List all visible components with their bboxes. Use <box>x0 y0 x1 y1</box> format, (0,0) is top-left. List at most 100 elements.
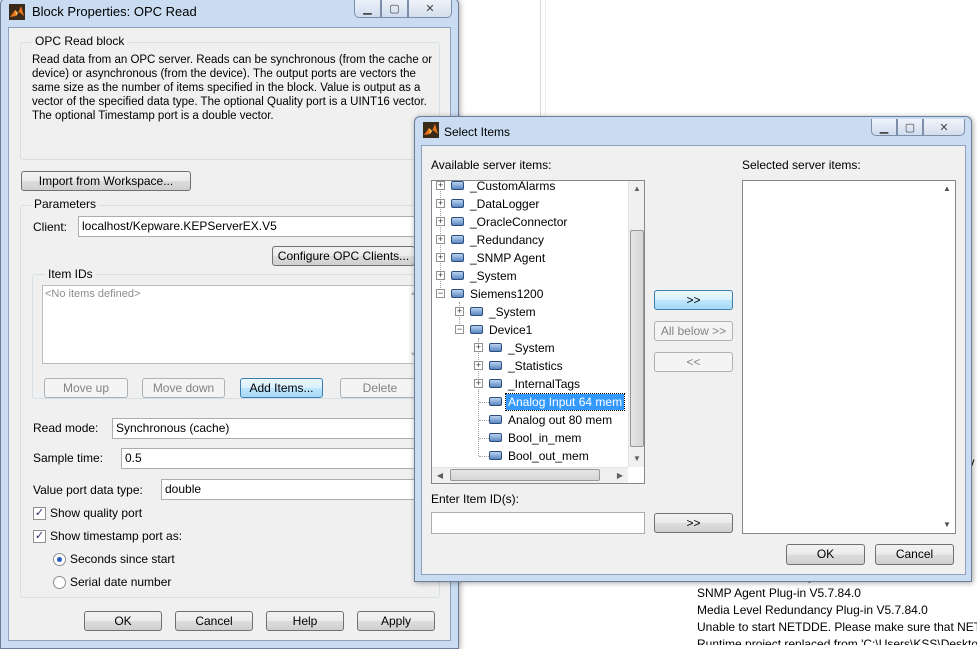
move-up-button[interactable]: Move up <box>44 378 128 398</box>
show-quality-label[interactable]: Show quality port <box>50 506 142 520</box>
tree-item[interactable]: Analog Input 64 mem <box>474 393 627 412</box>
window-controls: ▁ ▢ ✕ <box>354 0 452 19</box>
serial-date-number-radio[interactable] <box>53 576 66 589</box>
minimize-icon[interactable]: ▁ <box>871 119 897 136</box>
add-items-button[interactable]: Add Items... <box>240 378 323 398</box>
configure-opc-clients-button[interactable]: Configure OPC Clients... <box>272 246 415 266</box>
tree-item[interactable]: Bool_in_mem <box>474 430 627 448</box>
expand-icon[interactable]: + <box>474 343 483 352</box>
title-bar[interactable]: Block Properties: OPC Read ▁ ▢ ✕ <box>1 0 458 25</box>
expand-icon[interactable]: + <box>436 199 445 208</box>
scroll-right-icon[interactable]: ▶ <box>612 468 628 483</box>
help-button[interactable]: Help <box>266 611 344 631</box>
scroll-up-icon[interactable]: ▲ <box>939 181 955 197</box>
read-mode-select[interactable]: Synchronous (cache) <box>112 418 425 439</box>
tree-item[interactable]: + _Statistics <box>474 358 627 376</box>
tree-horizontal-scrollbar[interactable]: ◀ ▶ <box>432 467 628 483</box>
tag-group-icon <box>489 343 502 352</box>
data-type-label: Value port data type: <box>33 483 143 497</box>
add-all-below-button[interactable]: All below >> <box>654 321 733 341</box>
tree-item[interactable]: + _Redundancy <box>436 232 627 250</box>
scroll-up-icon[interactable]: ▲ <box>629 181 644 197</box>
tree-item[interactable]: + _InternalTags <box>474 376 627 394</box>
scroll-thumb[interactable] <box>450 469 600 481</box>
tree-item[interactable]: Bool_out_mem <box>474 448 627 466</box>
dialog-title: Select Items <box>444 125 511 139</box>
tree-item[interactable]: + _OracleConnector <box>436 214 627 232</box>
move-down-button[interactable]: Move down <box>142 378 225 398</box>
tree-item-label: Analog out 80 mem <box>508 413 613 427</box>
item-ids-list[interactable]: <No items defined> ▲ ▼ <box>42 285 418 364</box>
show-timestamp-checkbox[interactable]: ✓ <box>33 530 46 543</box>
seconds-since-start-label[interactable]: Seconds since start <box>70 552 175 566</box>
tree-item[interactable]: + _SNMP Agent <box>436 250 627 268</box>
tag-group-icon <box>470 325 483 334</box>
tree-item[interactable]: + _System <box>474 340 627 358</box>
seconds-since-start-radio[interactable] <box>53 553 66 566</box>
tree-item-label: Bool_in_mem <box>508 431 582 445</box>
expand-icon[interactable]: + <box>436 271 445 280</box>
tag-group-icon <box>451 217 464 226</box>
client-field[interactable]: localhost/Kepware.KEPServerEX.V5 <box>78 216 423 237</box>
selected-items-list[interactable]: ▲ ▼ <box>742 180 956 534</box>
selected-list-scrollbar[interactable]: ▲ ▼ <box>939 181 955 533</box>
item-ids-label: Item IDs <box>45 267 96 281</box>
available-items-tree[interactable]: + _CustomAlarms + _DataLogger + _OracleConnec… <box>431 180 645 484</box>
title-bar[interactable]: Select Items ▁ ▢ ✕ <box>415 117 971 143</box>
cancel-button[interactable]: Cancel <box>175 611 253 631</box>
enter-item-id-field[interactable] <box>431 512 645 534</box>
expand-icon[interactable]: + <box>436 217 445 226</box>
ok-button[interactable]: OK <box>786 544 865 565</box>
tree-item[interactable]: + _System <box>455 304 627 322</box>
enter-item-id-label: Enter Item ID(s): <box>431 492 520 506</box>
tag-group-icon <box>489 361 502 370</box>
close-icon[interactable]: ✕ <box>408 0 452 18</box>
expand-icon[interactable]: + <box>474 361 483 370</box>
scroll-down-icon[interactable]: ▼ <box>629 451 644 467</box>
tag-group-icon <box>451 199 464 208</box>
item-ids-placeholder: <No items defined> <box>45 288 141 300</box>
collapse-icon[interactable]: − <box>436 289 445 298</box>
delete-button[interactable]: Delete <box>340 378 420 398</box>
scroll-left-icon[interactable]: ◀ <box>432 468 448 483</box>
expand-icon[interactable]: + <box>436 235 445 244</box>
maximize-icon[interactable]: ▢ <box>897 119 923 136</box>
tag-group-icon <box>489 451 502 460</box>
show-timestamp-label[interactable]: Show timestamp port as: <box>50 529 182 543</box>
tree-item[interactable]: + _System <box>436 268 627 286</box>
block-properties-dialog: Block Properties: OPC Read ▁ ▢ ✕ OPC Rea… <box>0 0 459 649</box>
scroll-down-icon[interactable]: ▼ <box>939 517 955 533</box>
show-quality-checkbox[interactable]: ✓ <box>33 507 46 520</box>
log-line: Runtime project replaced from 'C:\Users\… <box>697 637 977 645</box>
add-entered-id-button[interactable]: >> <box>654 513 733 533</box>
tree-item[interactable]: Analog out 80 mem <box>474 412 627 430</box>
tree-item-label: _SNMP Agent <box>470 251 546 265</box>
background-event-log: Alarms & Events Plug-in V5.7.84.0 SNMP A… <box>697 575 977 645</box>
tree-item[interactable]: − Device1 <box>455 322 627 340</box>
apply-button[interactable]: Apply <box>357 611 435 631</box>
expand-icon[interactable]: + <box>455 307 464 316</box>
cancel-button[interactable]: Cancel <box>875 544 954 565</box>
tree-item[interactable]: + _DataLogger <box>436 196 627 214</box>
ok-button[interactable]: OK <box>84 611 162 631</box>
tree-vertical-scrollbar[interactable]: ▲ ▼ <box>628 181 644 467</box>
expand-icon[interactable]: + <box>436 253 445 262</box>
tree-item[interactable]: − Siemens1200 <box>436 286 627 304</box>
maximize-icon[interactable]: ▢ <box>381 0 408 18</box>
tree-item-label: _System <box>508 341 555 355</box>
add-selected-button[interactable]: >> <box>654 290 733 310</box>
data-type-select[interactable]: double <box>161 479 425 500</box>
sample-time-field[interactable]: 0.5 <box>121 448 425 469</box>
minimize-icon[interactable]: ▁ <box>354 0 381 18</box>
remove-button[interactable]: << <box>654 352 733 372</box>
window-controls: ▁ ▢ ✕ <box>871 119 965 139</box>
tree-item[interactable]: + _CustomAlarms <box>436 181 627 196</box>
expand-icon[interactable]: + <box>474 379 483 388</box>
expand-icon[interactable]: + <box>436 181 445 190</box>
serial-date-number-label[interactable]: Serial date number <box>70 575 171 589</box>
collapse-icon[interactable]: − <box>455 325 464 334</box>
dialog-client-area: Available server items: Selected server … <box>421 145 966 575</box>
close-icon[interactable]: ✕ <box>923 119 965 136</box>
scroll-thumb[interactable] <box>630 230 644 447</box>
import-from-workspace-button[interactable]: Import from Workspace... <box>21 171 191 191</box>
